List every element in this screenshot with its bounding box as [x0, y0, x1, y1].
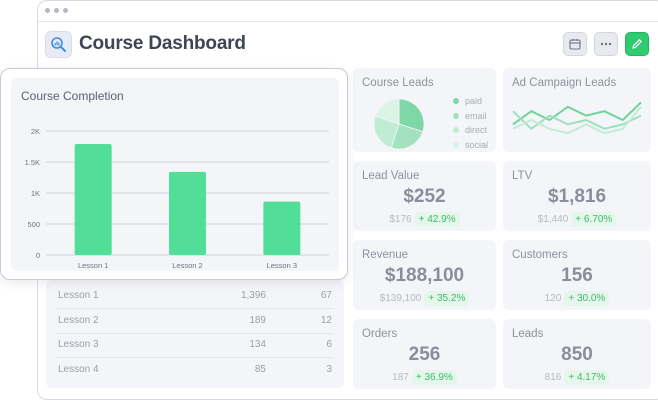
ad-campaign-card: Ad Campaign Leads [503, 68, 651, 152]
metric-previous: $1,440 [537, 214, 569, 225]
window-dots [45, 8, 68, 13]
metric-delta-badge: + 42.9% [414, 212, 460, 227]
metric-delta-badge: + 36.9% [411, 370, 457, 385]
metric-previous: 816 [544, 372, 562, 383]
metric-previous: 120 [544, 293, 562, 304]
metric-card: LTV $1,816 $1,440 + 6.70% [503, 161, 651, 231]
metric-comparison: $1,440 + 6.70% [503, 212, 651, 227]
lesson-name: Lesson 3 [58, 339, 99, 350]
metric-value: $1,816 [547, 186, 607, 207]
more-button[interactable] [594, 32, 618, 56]
metric-previous: 187 [392, 372, 409, 383]
lesson-views: 189 [249, 314, 266, 326]
edit-button[interactable] [625, 32, 649, 56]
x-tick-label: Lesson 1 [78, 261, 108, 270]
more-icon [600, 42, 612, 46]
metric-comparison: 120 + 30.0% [503, 291, 651, 306]
legend-swatch [453, 98, 459, 105]
lesson-name: Lesson 4 [58, 363, 99, 375]
table-row[interactable]: Lesson 3 134 6 [56, 334, 332, 358]
metric-value: 156 [561, 265, 593, 286]
metric-comparison: $176 + 42.9% [353, 212, 496, 227]
metric-card: Orders 256 187 + 36.9% [353, 319, 496, 389]
legend-label: direct [465, 125, 488, 135]
metric-title: Revenue [362, 249, 409, 261]
course-leads-pie [373, 98, 425, 150]
pencil-icon [632, 39, 642, 49]
metric-card: Revenue $188,100 $139,100 + 35.2% [353, 240, 496, 310]
window-dot [45, 8, 50, 13]
lesson-views: 1,396 [240, 290, 266, 301]
lesson-name: Lesson 1 [58, 290, 99, 301]
metric-card: Leads 850 816 + 4.17% [503, 319, 651, 389]
metric-title: Leads [512, 328, 544, 340]
legend-label: social [465, 139, 489, 150]
legend-swatch [453, 141, 459, 148]
bar [263, 201, 301, 255]
y-tick-label: 2K [31, 127, 40, 136]
y-tick-label: 1.5K [25, 158, 40, 167]
metric-card: Customers 156 120 + 30.0% [503, 240, 651, 310]
lesson-views: 85 [254, 363, 266, 375]
course-completion-panel: Course Completion 2K 1.5K 1K 500 0 Lesson 1 Le… [11, 78, 339, 271]
legend-item: direct [453, 123, 488, 138]
page-title: Course Dashboard [79, 33, 246, 54]
metric-delta-badge: + 35.2% [424, 291, 470, 306]
legend-item: email [453, 109, 488, 124]
metric-comparison: $139,100 + 35.2% [353, 291, 496, 306]
bar [169, 171, 206, 255]
lesson-completions: 3 [326, 363, 332, 375]
lessons-table: Lesson 1 1,396 67 Lesson 2 189 12 Lesson 3 134 6… [46, 280, 344, 388]
lesson-completions: 12 [320, 314, 332, 326]
course-leads-legend: paid email direct social [453, 94, 488, 152]
calendar-icon [569, 39, 581, 50]
legend-swatch [453, 127, 459, 134]
metric-delta-badge: + 4.17% [564, 370, 610, 385]
legend-label: email [465, 110, 487, 121]
legend-label: paid [465, 96, 483, 106]
x-tick-label: Lesson 3 [267, 261, 297, 270]
lesson-views: 134 [249, 339, 266, 350]
metric-value: $252 [403, 186, 446, 207]
table-row[interactable]: Lesson 2 189 12 [56, 310, 332, 334]
y-tick-label: 1K [31, 189, 40, 198]
metric-delta-badge: + 6.70% [571, 212, 617, 227]
lesson-completions: 67 [320, 290, 332, 301]
calendar-button[interactable] [563, 32, 587, 56]
metric-title: Lead Value [362, 170, 420, 182]
bar [74, 144, 112, 255]
legend-item: paid [453, 94, 488, 109]
course-leads-card: Course Leads paid email direct social [353, 68, 496, 152]
course-completion-card: Course Completion 2K 1.5K 1K 500 0 Lesson 1 Le… [0, 68, 348, 280]
metric-title: Orders [362, 328, 398, 340]
metric-previous: $139,100 [379, 293, 422, 304]
lesson-completions: 6 [326, 339, 332, 350]
metric-title: Customers [512, 249, 568, 261]
metric-title: LTV [512, 170, 533, 182]
table-row[interactable]: Lesson 1 1,396 67 [56, 285, 332, 309]
legend-item: social [453, 138, 488, 153]
legend-swatch [453, 112, 459, 119]
metric-comparison: 816 + 4.17% [503, 370, 651, 385]
ad-campaign-line-chart [512, 101, 642, 135]
metric-value: $188,100 [384, 265, 465, 286]
titlebar-divider [38, 21, 658, 22]
metric-previous: $176 [389, 214, 412, 225]
metric-comparison: 187 + 36.9% [353, 370, 496, 385]
y-tick-label: 500 [27, 220, 40, 229]
table-row[interactable]: Lesson 4 85 3 [56, 359, 332, 383]
course-completion-bar-chart: 2K 1.5K 1K 500 0 Lesson 1 Lesson 2 Lesson 3 [25, 127, 329, 270]
metric-value: 256 [408, 344, 441, 365]
ad-campaign-title: Ad Campaign Leads [512, 77, 617, 89]
metric-card: Lead Value $252 $176 + 42.9% [353, 161, 496, 231]
course-leads-title: Course Leads [362, 77, 434, 89]
analytics-icon [45, 31, 72, 58]
metric-delta-badge: + 30.0% [564, 291, 610, 306]
y-tick-label: 0 [36, 251, 40, 260]
window-dot [54, 8, 59, 13]
metric-value: 850 [561, 344, 593, 365]
lesson-name: Lesson 2 [58, 314, 99, 326]
x-tick-label: Lesson 2 [172, 261, 202, 270]
window-dot [63, 8, 68, 13]
